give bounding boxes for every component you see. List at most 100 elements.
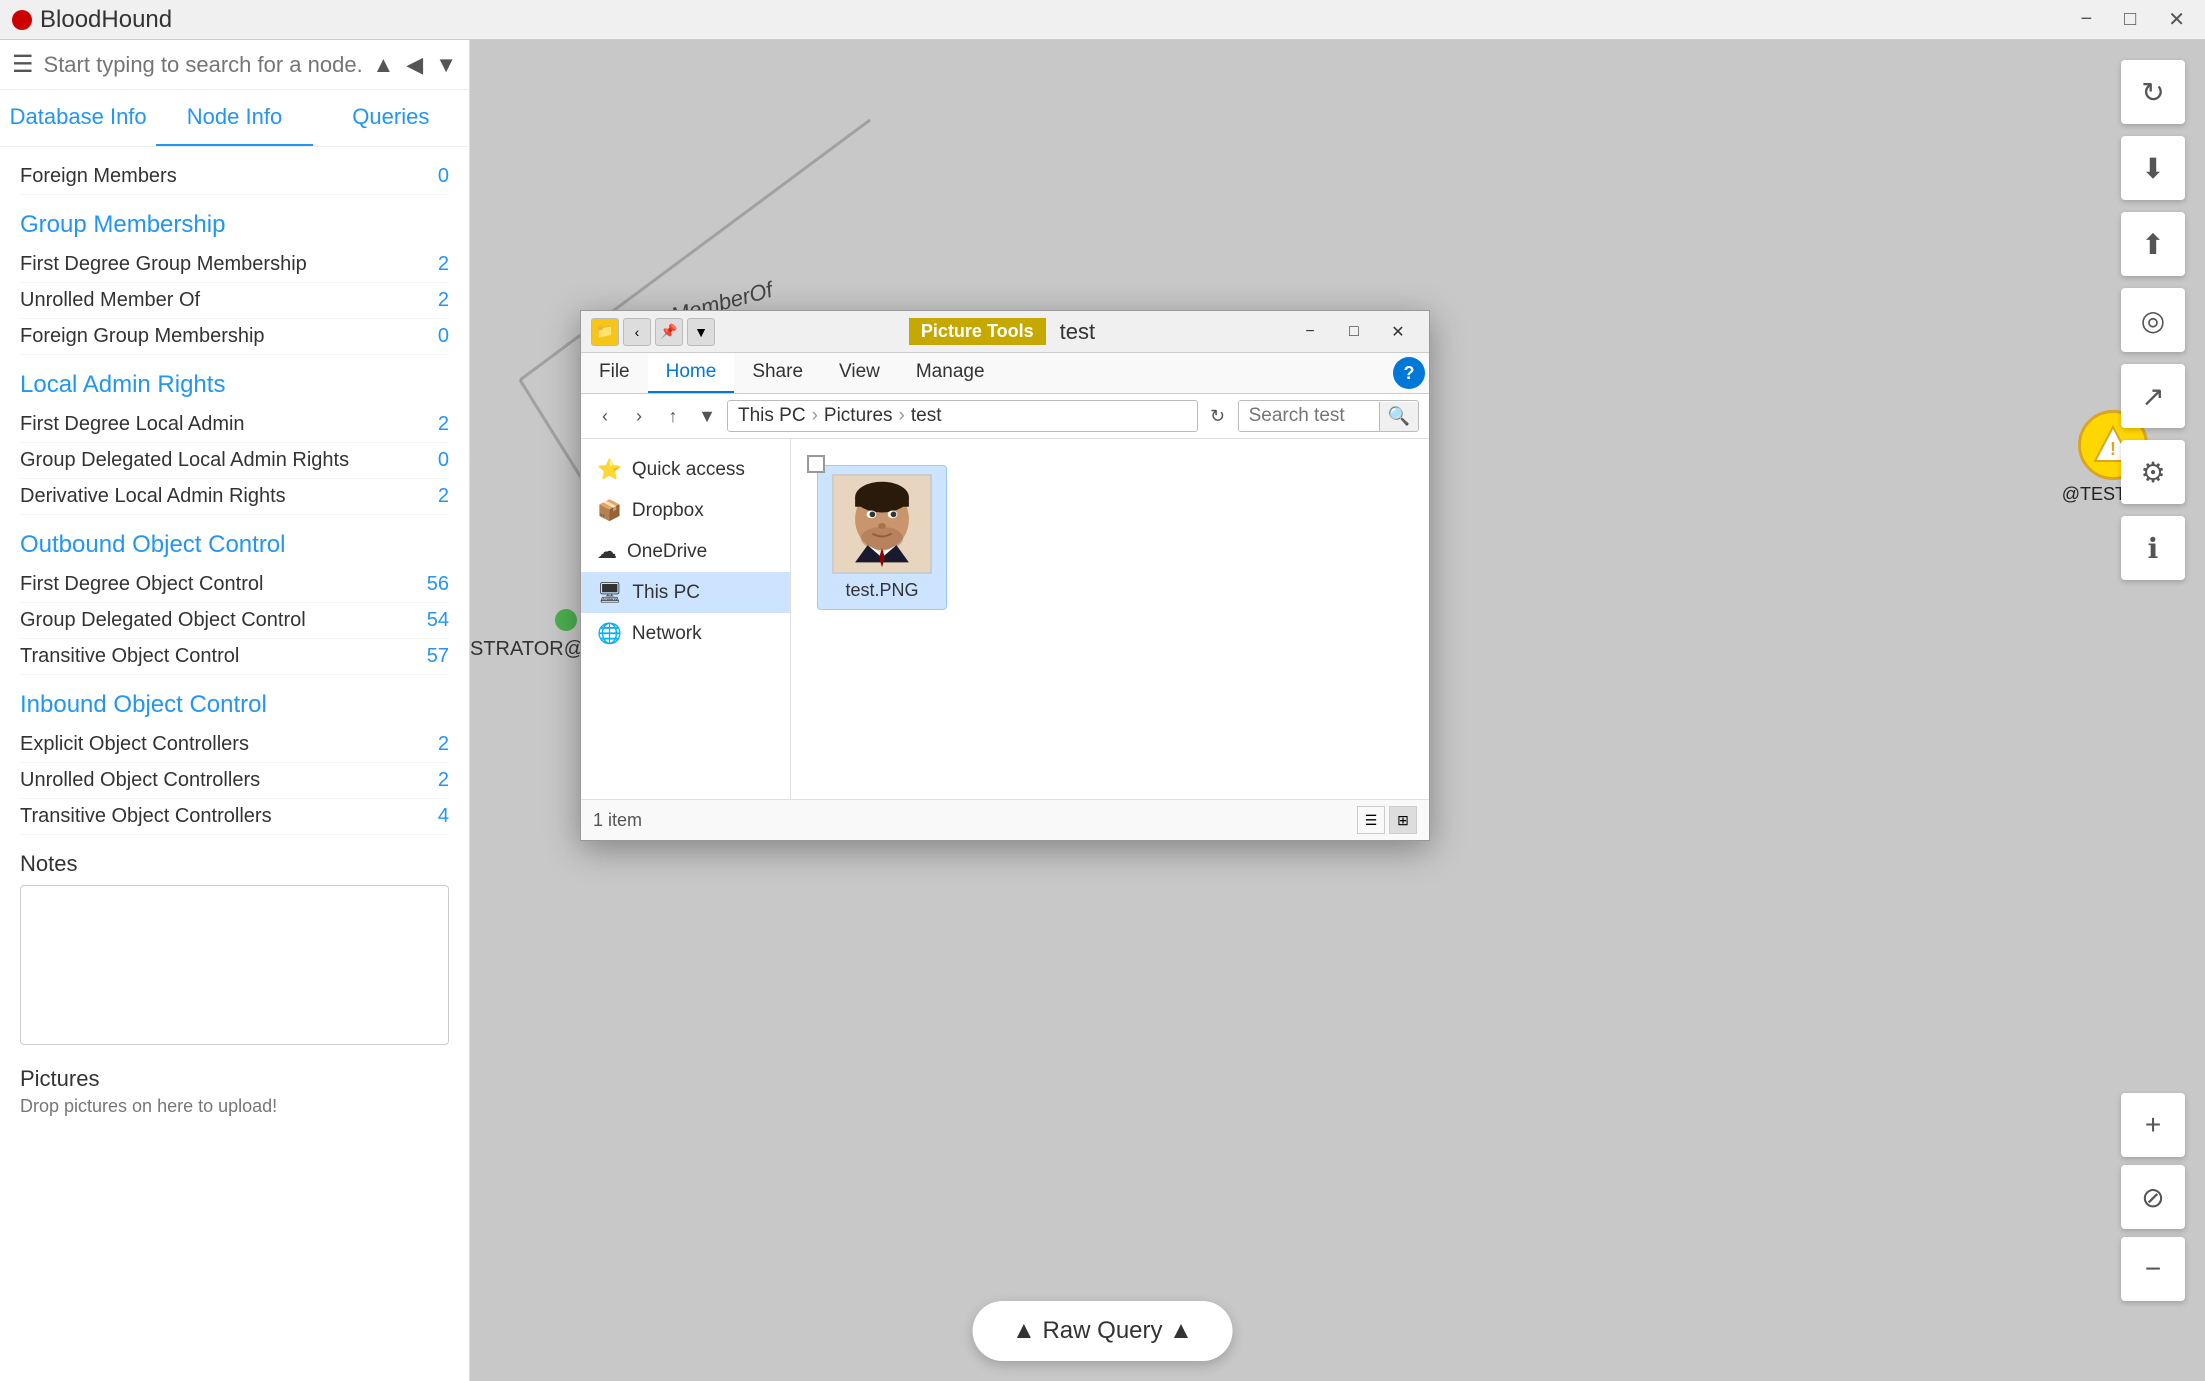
transitive-controllers-row[interactable]: Transitive Object Controllers 4 — [20, 799, 449, 835]
transitive-obj-count: 57 — [409, 645, 449, 668]
maximize-button[interactable]: □ — [2116, 3, 2144, 36]
pictures-crumb: Pictures — [824, 405, 893, 427]
unrolled-member-count: 2 — [409, 289, 449, 312]
panel-content: Foreign Members 0 Group Membership First… — [0, 147, 469, 1381]
sidebar-item-this-pc[interactable]: 🖥 This PC — [581, 572, 790, 613]
foreign-members-label: Foreign Members — [20, 165, 177, 188]
foreign-group-count: 0 — [409, 325, 449, 348]
group-membership-title[interactable]: Group Membership — [20, 211, 449, 239]
pictures-drop[interactable]: Drop pictures on here to upload! — [20, 1096, 449, 1117]
transitive-obj-label: Transitive Object Control — [20, 645, 239, 668]
explorer-close[interactable]: ✕ — [1377, 318, 1419, 346]
alert-icon[interactable]: ▲ — [373, 52, 395, 78]
unrolled-member-label: Unrolled Member Of — [20, 289, 200, 312]
help-icon[interactable]: ? — [1393, 357, 1425, 389]
settings-button[interactable]: ⚙ — [2121, 440, 2185, 504]
dropbox-label: Dropbox — [632, 500, 704, 522]
derivative-admin-count: 2 — [409, 485, 449, 508]
refresh-addr-button[interactable]: ↻ — [1204, 402, 1232, 430]
folder-icon[interactable]: 📁 — [591, 318, 619, 346]
view-grid-button[interactable]: ⊞ — [1389, 806, 1417, 834]
foreign-members-row[interactable]: Foreign Members 0 — [20, 159, 449, 195]
up-button[interactable]: ↑ — [659, 402, 687, 430]
pictures-label: Pictures — [20, 1066, 449, 1092]
ribbon-tab-home[interactable]: Home — [648, 353, 735, 393]
address-bar: ‹ › ↑ ▼ This PC › Pictures › test ↻ 🔍 — [581, 394, 1429, 439]
ribbon-tab-view[interactable]: View — [821, 353, 898, 393]
group-delegated-admin-row[interactable]: Group Delegated Local Admin Rights 0 — [20, 443, 449, 479]
notes-label: Notes — [20, 851, 449, 877]
refresh-button[interactable]: ↻ — [2121, 60, 2185, 124]
transitive-obj-row[interactable]: Transitive Object Control 57 — [20, 639, 449, 675]
first-degree-admin-row[interactable]: First Degree Local Admin 2 — [20, 407, 449, 443]
tb-pin[interactable]: 📌 — [655, 318, 683, 346]
upload-button[interactable]: ⬆ — [2121, 212, 2185, 276]
minimize-button[interactable]: − — [2072, 3, 2100, 36]
inbound-title[interactable]: Inbound Object Control — [20, 691, 449, 719]
first-degree-obj-count: 56 — [409, 573, 449, 596]
breadcrumb[interactable]: This PC › Pictures › test — [727, 400, 1198, 432]
zoom-in-button[interactable]: + — [2121, 1093, 2185, 1157]
info-button[interactable]: ℹ — [2121, 516, 2185, 580]
tab-queries[interactable]: Queries — [313, 90, 469, 146]
tb-down[interactable]: ▼ — [687, 318, 715, 346]
unrolled-controllers-row[interactable]: Unrolled Object Controllers 2 — [20, 763, 449, 799]
sidebar-item-network[interactable]: 🌐 Network — [581, 613, 790, 654]
file-item-test-png[interactable]: test.PNG — [817, 465, 947, 610]
notes-textarea[interactable] — [20, 885, 449, 1045]
view-toggle: ☰ ⊞ — [1357, 806, 1417, 834]
tab-node-info[interactable]: Node Info — [156, 90, 312, 146]
back-icon[interactable]: ◀ — [406, 52, 423, 78]
target-button[interactable]: ◎ — [2121, 288, 2185, 352]
explorer-main[interactable]: test.PNG — [791, 439, 1429, 799]
hamburger-icon[interactable]: ☰ — [12, 50, 34, 79]
dropbox-icon: 📦 — [597, 498, 622, 523]
first-degree-group-count: 2 — [409, 253, 449, 276]
foreign-group-label: Foreign Group Membership — [20, 325, 265, 348]
view-list-button[interactable]: ☰ — [1357, 806, 1385, 834]
raw-query-bar[interactable]: ▲ Raw Query ▲ — [972, 1301, 1233, 1361]
ribbon-tab-share[interactable]: Share — [734, 353, 821, 393]
explorer-window: 📁 ‹ 📌 ▼ Picture Tools test − □ ✕ File Ho… — [580, 310, 1430, 841]
local-admin-title[interactable]: Local Admin Rights — [20, 371, 449, 399]
close-button[interactable]: ✕ — [2160, 3, 2193, 36]
file-checkbox[interactable] — [807, 455, 825, 473]
tabs: Database Info Node Info Queries — [0, 90, 469, 147]
first-degree-group-row[interactable]: First Degree Group Membership 2 — [20, 247, 449, 283]
forward-button[interactable]: › — [625, 402, 653, 430]
explorer-search-button[interactable]: 🔍 — [1379, 402, 1418, 431]
ribbon-tab-file[interactable]: File — [581, 353, 648, 393]
zoom-lock-button[interactable]: ⊘ — [2121, 1165, 2185, 1229]
explicit-controllers-label: Explicit Object Controllers — [20, 733, 249, 756]
chart-button[interactable]: ↗ — [2121, 364, 2185, 428]
sidebar-item-dropbox[interactable]: 📦 Dropbox — [581, 490, 790, 531]
explorer-maximize[interactable]: □ — [1333, 318, 1375, 346]
derivative-admin-row[interactable]: Derivative Local Admin Rights 2 — [20, 479, 449, 515]
back-button[interactable]: ‹ — [591, 402, 619, 430]
app-title: BloodHound — [40, 6, 172, 34]
pictures-section: Pictures Drop pictures on here to upload… — [20, 1066, 449, 1117]
first-degree-obj-row[interactable]: First Degree Object Control 56 — [20, 567, 449, 603]
foreign-group-row[interactable]: Foreign Group Membership 0 — [20, 319, 449, 355]
zoom-out-button[interactable]: − — [2121, 1237, 2185, 1301]
tab-database-info[interactable]: Database Info — [0, 90, 156, 146]
tb-back[interactable]: ‹ — [623, 318, 651, 346]
filter-icon[interactable]: ▼ — [435, 52, 457, 78]
this-pc-crumb: This PC — [738, 405, 806, 427]
search-input[interactable] — [44, 52, 363, 78]
sidebar-item-onedrive[interactable]: ☁ OneDrive — [581, 531, 790, 572]
network-icon: 🌐 — [597, 621, 622, 646]
onedrive-icon: ☁ — [597, 539, 617, 564]
explorer-search-input[interactable] — [1239, 401, 1379, 431]
ribbon-tab-manage[interactable]: Manage — [898, 353, 1003, 393]
app-icon — [12, 10, 32, 30]
group-delegated-obj-row[interactable]: Group Delegated Object Control 54 — [20, 603, 449, 639]
search-box: 🔍 — [1238, 400, 1419, 432]
unrolled-member-row[interactable]: Unrolled Member Of 2 — [20, 283, 449, 319]
sidebar-item-quick-access[interactable]: ⭐ Quick access — [581, 449, 790, 490]
outbound-title[interactable]: Outbound Object Control — [20, 531, 449, 559]
explicit-controllers-row[interactable]: Explicit Object Controllers 2 — [20, 727, 449, 763]
download-button[interactable]: ⬇ — [2121, 136, 2185, 200]
explorer-minimize[interactable]: − — [1289, 318, 1331, 346]
recent-button[interactable]: ▼ — [693, 402, 721, 430]
